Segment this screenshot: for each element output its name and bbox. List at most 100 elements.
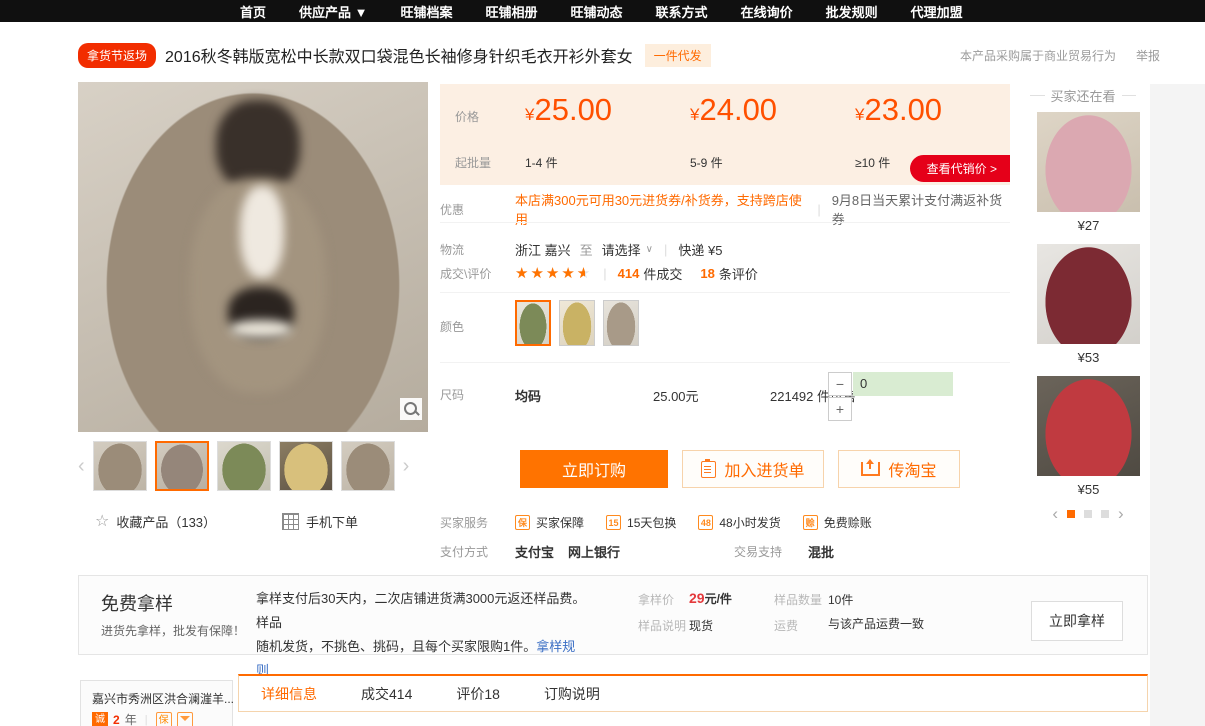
sample-description: 拿样支付后30天内，二次店铺进货满3000元返还样品费。样品 随机发货，不挑色、… <box>256 587 586 683</box>
nav-item-home[interactable]: 首页 <box>240 2 266 21</box>
thumbs-next-arrow-icon[interactable]: › <box>403 456 410 476</box>
get-sample-button[interactable]: 立即拿样 <box>1031 601 1123 641</box>
sidebar-pager: ‹ › <box>1040 505 1136 522</box>
mobile-order-button[interactable]: 手机下单 <box>282 512 358 531</box>
view-consign-price-button[interactable]: 查看代销价 > <box>910 155 1010 182</box>
thumbnail-4[interactable] <box>279 441 333 491</box>
promo-event-badge[interactable]: 拿货节返场 <box>78 43 156 68</box>
nav-item-shop-feed[interactable]: 旺铺动态 <box>571 2 623 21</box>
send-to-taobao-button[interactable]: 传淘宝 <box>838 450 960 488</box>
seller-name[interactable]: 嘉兴市秀洲区洪合澜漄羊... <box>92 690 234 707</box>
chevron-down-icon[interactable]: ∨ <box>646 244 653 255</box>
guarantee-icon: 保 <box>156 712 172 726</box>
review-count[interactable]: 18 <box>700 266 714 281</box>
clipboard-icon <box>701 461 716 478</box>
title-row: 拿货节返场 2016秋冬韩版宽松中长款双口袋混色长袖修身针织毛衣开衫外套女 一件… <box>78 40 1160 70</box>
trade-notice: 本产品采购属于商业贸易行为 <box>960 47 1116 64</box>
nav-item-shop-album[interactable]: 旺铺相册 <box>486 2 538 21</box>
price-label: 价格 <box>455 108 479 125</box>
service-15day-exchange[interactable]: 15 15天包换 <box>606 514 676 531</box>
pager-next-arrow-icon[interactable]: › <box>1118 505 1124 522</box>
moq-tier-2: 5-9 件 <box>690 154 723 171</box>
sidebar-product-price: ¥27 <box>1037 218 1140 233</box>
thumbnail-2-selected[interactable] <box>155 441 209 491</box>
nav-item-products[interactable]: 供应产品 ▼ <box>299 2 367 21</box>
qty-input[interactable]: 0 <box>853 372 953 396</box>
payment-netbank: 网上银行 <box>568 542 620 561</box>
service-48h-shipping[interactable]: 48 48小时发货 <box>698 514 780 531</box>
nav-item-inquiry[interactable]: 在线询价 <box>741 2 793 21</box>
moq-tier-3: ≥10 件 <box>855 154 890 171</box>
pager-dot-2[interactable] <box>1084 510 1092 518</box>
pager-dot-3[interactable] <box>1101 510 1109 518</box>
product-main-image[interactable] <box>78 82 428 432</box>
tab-detail-info[interactable]: 详细信息 <box>261 684 317 704</box>
color-swatch-1-selected[interactable] <box>515 300 551 346</box>
sample-title: 免费拿样 <box>101 590 173 616</box>
qr-code-icon <box>282 513 299 530</box>
favorite-button[interactable]: ☆ 收藏产品（133） <box>95 512 216 531</box>
pager-prev-arrow-icon[interactable]: ‹ <box>1052 505 1058 522</box>
rating-stars: ★★★★★★★★★★ <box>515 266 592 281</box>
detail-tab-bar: 详细信息 成交414 评价18 订购说明 <box>238 674 1148 712</box>
order-now-button[interactable]: 立即订购 <box>520 450 668 488</box>
thumbnail-1[interactable] <box>93 441 147 491</box>
dropship-badge: 一件代发 <box>645 44 711 67</box>
price-tier-1: ¥25.00 <box>525 92 612 128</box>
buyer-services-row: 买家服务 保 买家保障 15 15天包换 48 48小时发货 赊 免费赊账 <box>440 514 1010 531</box>
rating-row: 成交\评价 ★★★★★★★★★★ | 414 件成交 18 条评价 <box>440 264 1010 283</box>
color-swatch-2[interactable] <box>559 300 595 346</box>
credit-icon: 赊 <box>803 515 818 530</box>
tab-order-notes[interactable]: 订购说明 <box>544 684 600 704</box>
trade-support-label: 交易支持 <box>734 543 782 560</box>
upload-icon <box>861 462 880 476</box>
tab-transactions[interactable]: 成交414 <box>361 684 412 704</box>
add-to-purchase-list-button[interactable]: 加入进货单 <box>682 450 824 488</box>
tab-reviews[interactable]: 评价18 <box>456 684 500 704</box>
color-swatch-3[interactable] <box>603 300 639 346</box>
sidebar-product-price: ¥53 <box>1037 350 1140 365</box>
moq-label: 起批量 <box>455 154 491 171</box>
services-label: 买家服务 <box>440 514 515 531</box>
sidebar-product-3[interactable]: ¥55 <box>1037 376 1140 497</box>
sidebar-product-1[interactable]: ¥27 <box>1037 112 1140 233</box>
size-label: 尺码 <box>440 386 515 403</box>
sample-freight: 与该产品运费一致 <box>828 615 928 634</box>
guarantee-icon: 保 <box>515 515 530 530</box>
free-sample-section: 免费拿样 进货先拿样，批发有保障！ 拿样支付后30天内，二次店铺进货满3000元… <box>78 575 1148 655</box>
favorite-label: 收藏产品（133） <box>116 512 216 531</box>
sold-count[interactable]: 414 <box>618 266 640 281</box>
pager-dot-1[interactable] <box>1067 510 1075 518</box>
thumbnail-strip: ‹ › <box>78 438 430 494</box>
integrity-badge-icon: 诚 <box>92 712 108 726</box>
service-guarantee[interactable]: 保 买家保障 <box>515 514 584 531</box>
thumbnail-5[interactable] <box>341 441 395 491</box>
size-row: 尺码 均码 25.00元 221492 件可售 − 0 + <box>440 372 1010 424</box>
sidebar-product-2[interactable]: ¥53 <box>1037 244 1140 365</box>
sample-availability: 现货 <box>689 617 713 634</box>
page-gutter <box>1150 84 1205 726</box>
zoom-icon[interactable] <box>400 398 422 420</box>
destination-select[interactable]: 请选择 <box>602 240 641 259</box>
nav-item-contact[interactable]: 联系方式 <box>656 2 708 21</box>
sample-price: 29元/件 <box>689 590 732 607</box>
nav-item-wholesale-rules[interactable]: 批发规则 <box>826 2 878 21</box>
top-nav: 首页 供应产品 ▼ 旺铺档案 旺铺相册 旺铺动态 联系方式 在线询价 批发规则 … <box>0 0 1205 22</box>
service-free-credit[interactable]: 赊 免费赊账 <box>803 514 872 531</box>
thumbnail-3[interactable] <box>217 441 271 491</box>
nav-item-shop-profile[interactable]: 旺铺档案 <box>401 2 453 21</box>
report-link[interactable]: 举报 <box>1136 47 1160 64</box>
payment-alipay: 支付宝 <box>515 542 554 561</box>
thumbs-prev-arrow-icon[interactable]: ‹ <box>78 456 85 476</box>
photo-figure <box>230 320 292 338</box>
qty-plus-button[interactable]: + <box>828 397 852 421</box>
sample-subtitle: 进货先拿样，批发有保障！ <box>101 622 245 639</box>
sidebar-product-image <box>1037 244 1140 344</box>
nav-item-agent[interactable]: 代理加盟 <box>911 2 963 21</box>
seller-meta: 诚 2 年 | 保 <box>92 711 193 726</box>
quantity-stepper: − 0 + <box>828 372 998 424</box>
wangwang-chat-icon[interactable] <box>177 712 193 726</box>
promo-label: 优惠 <box>440 201 515 218</box>
action-buttons: 立即订购 加入进货单 传淘宝 <box>520 450 960 488</box>
qty-minus-button[interactable]: − <box>828 372 852 396</box>
